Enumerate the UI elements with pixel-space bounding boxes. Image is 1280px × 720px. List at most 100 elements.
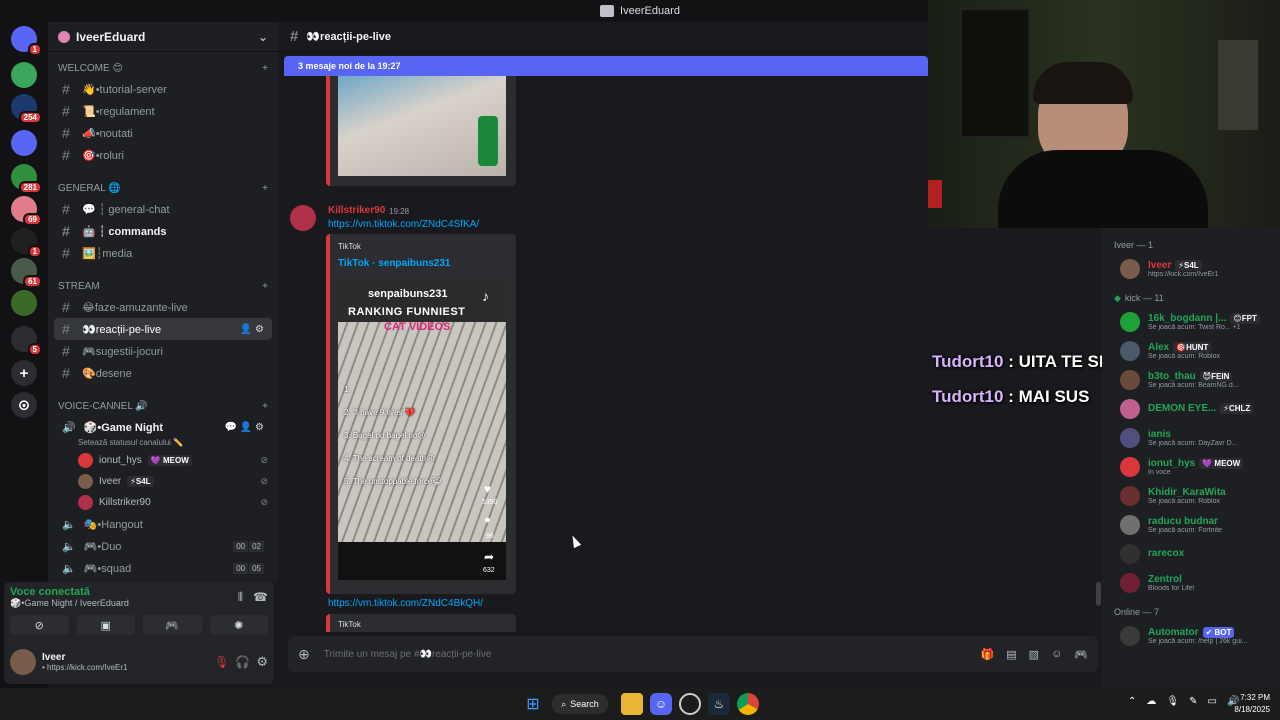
pen-icon[interactable]: ✎ (1189, 696, 1197, 707)
screen-share-button[interactable]: ▣ (76, 615, 135, 635)
chevron-up-icon[interactable]: ⌃ (1128, 696, 1136, 707)
channel-item[interactable]: # 🎯•roluri (54, 144, 272, 166)
voice-user[interactable]: ionut_hys 💜 MEOW ⊘ (78, 450, 268, 471)
emoji-icon[interactable]: ☺ (1051, 648, 1062, 661)
category-stream[interactable]: STREAM + (48, 276, 278, 296)
channel-item[interactable]: # 🖼️┆media (54, 242, 272, 264)
disconnect-icon[interactable]: ☎ (253, 590, 268, 609)
server-icon[interactable]: 69 (11, 196, 42, 226)
network-icon[interactable]: ▭ (1207, 696, 1216, 707)
voice-user[interactable]: Killstriker90 ⊘ (78, 492, 268, 513)
member-name-row: Alex 🎯HUNT (1148, 341, 1272, 353)
message-avatar[interactable] (290, 205, 316, 231)
voice-channel-item[interactable]: 🔈 🎮•squad 00 05 (54, 557, 272, 579)
member-item[interactable]: Alex 🎯HUNT Se joacă acum: Roblox (1102, 336, 1280, 365)
add-channel-icon[interactable]: + (262, 401, 268, 412)
member-item[interactable]: rarecox (1102, 539, 1280, 568)
previous-video-thumbnail[interactable] (338, 76, 506, 176)
member-item[interactable]: Khidir_KaraWita Se joacă acum: Roblox (1102, 481, 1280, 510)
server-icon[interactable]: 1 (11, 228, 42, 258)
voice-status-text[interactable]: Setează statusul canalului ✏️ (48, 438, 278, 450)
channel-actions[interactable]: 💬 👤 ⚙ (225, 422, 264, 433)
soundboard-button[interactable]: ✺ (209, 615, 268, 635)
voice-user[interactable]: Iveer ⚡S4L ⊘ (78, 471, 268, 492)
member-item[interactable]: 16k_bogdann |... 😊FPT Se joacă acum: Twist… (1102, 307, 1280, 336)
message-link-1[interactable]: https://vm.tiktok.com/ZNdC4SfKA/ (328, 219, 479, 230)
voice-channel-item[interactable]: 🔈 🎭•Hangout (54, 513, 272, 535)
mic-muted-icon[interactable]: 🎙 (214, 655, 229, 669)
member-item[interactable]: b3to_thau 😈FEIN Se joacă acum: BeamNG.d... (1102, 365, 1280, 394)
obs-taskbar-icon[interactable] (679, 693, 701, 715)
category-general[interactable]: GENERAL 🌐 + (48, 178, 278, 198)
discord-taskbar-icon[interactable]: ☺ (650, 693, 672, 715)
add-channel-icon[interactable]: + (262, 281, 268, 292)
message-link-2[interactable]: https://vm.tiktok.com/ZNdC4BkQH/ (328, 598, 483, 609)
channel-item[interactable]: # 🎨desene (54, 362, 272, 384)
server-icon[interactable] (11, 130, 37, 156)
add-channel-icon[interactable]: + (262, 63, 268, 74)
voice-channel-game-night[interactable]: 🔊 🎲•Game Night 💬 👤 ⚙ (54, 416, 272, 438)
member-name: Automator (1148, 626, 1199, 638)
server-icon[interactable] (11, 290, 37, 316)
category-welcome[interactable]: WELCOME 😊 + (48, 58, 278, 78)
headphones-muted-icon[interactable]: 🎧 (235, 655, 250, 669)
guild-header[interactable]: IveerEduard ⌄ (48, 22, 278, 52)
taskbar-search[interactable]: ⌕ Search (552, 694, 608, 714)
server-icon[interactable]: 61 (11, 258, 42, 288)
member-item[interactable]: ianis Se joacă acum: DayZavr D... (1102, 423, 1280, 452)
add-channel-icon[interactable]: + (262, 183, 268, 194)
member-item[interactable]: Zentrol Bloods for Life! (1102, 568, 1280, 597)
message-input[interactable]: Trimite un mesaj pe #👀reacții-pe-live (324, 649, 492, 660)
channel-item[interactable]: # 👀reacții-pe-live 👤 ⚙ (54, 318, 272, 340)
tiktok-video[interactable]: senpaibuns231 ♪ RANKING FUNNIEST CAT VID… (338, 282, 506, 580)
channel-settings-icon[interactable]: 👤 ⚙ (240, 324, 264, 335)
message-composer[interactable]: ⊕ Trimite un mesaj pe #👀reacții-pe-live … (288, 636, 1098, 672)
channel-item[interactable]: # 🎮sugestii-jocuri (54, 340, 272, 362)
gif-icon[interactable]: ▤ (1006, 648, 1016, 661)
server-icon[interactable]: 5 (11, 326, 42, 356)
embed-title-link[interactable]: TikTok · senpaibuns231 (338, 258, 450, 269)
member-item[interactable]: DEMON EYE... ⚡CHLZ (1102, 394, 1280, 423)
server-icon[interactable]: 254 (11, 94, 42, 124)
channel-item[interactable]: # 🤖 ┆ commands (54, 220, 272, 242)
discover-icon[interactable]: ⊙ (11, 392, 37, 418)
channel-item[interactable]: # 👋•tutorial-server (54, 78, 272, 100)
chrome-taskbar-icon[interactable] (737, 693, 759, 715)
server-icon[interactable] (11, 62, 37, 88)
channel-item[interactable]: # 📜•regulament (54, 100, 272, 122)
add-server-icon[interactable]: + (11, 360, 37, 386)
new-messages-bar[interactable]: 3 mesaje noi de la 19:27 (284, 56, 928, 76)
noise-suppression-icon[interactable]: ⦀ (238, 590, 243, 609)
server-icon[interactable]: 281 (11, 164, 42, 194)
gift-icon[interactable]: 🎁 (981, 648, 995, 661)
member-item[interactable]: Iveer ⚡S4L https://kick.com/IveEr1 (1102, 254, 1280, 283)
chat-scrollbar[interactable] (1096, 582, 1101, 606)
gear-icon[interactable]: ⚙ (256, 654, 268, 670)
server-icon[interactable]: 1 (11, 26, 42, 56)
member-item[interactable]: Automator ✔ BOT Se joacă acum: /help | 26k… (1102, 621, 1280, 650)
unread-badge: 1 (27, 43, 42, 56)
activity-button[interactable]: 🎮 (143, 615, 202, 635)
sticker-icon[interactable]: ▧ (1029, 648, 1039, 661)
member-name-row: Iveer ⚡S4L (1148, 259, 1272, 271)
windows-start-icon[interactable]: ⊞ (522, 693, 544, 715)
message-author[interactable]: Killstriker90 (328, 205, 385, 216)
channel-item[interactable]: # 📣•noutati (54, 122, 272, 144)
member-item[interactable]: ionut_hys 💜 MEOW În voce (1102, 452, 1280, 481)
plus-icon[interactable]: ⊕ (298, 646, 310, 663)
avatar[interactable] (10, 649, 36, 675)
steam-taskbar-icon[interactable]: ♨ (708, 693, 730, 715)
voice-channel-item[interactable]: 🔈 🎮•Duo 00 02 (54, 535, 272, 557)
cloud-icon[interactable]: ☁ (1146, 696, 1156, 707)
channel-item[interactable]: # 😂faze-amuzante-live (54, 296, 272, 318)
channel-item[interactable]: # 💬 ┆ general-chat (54, 198, 272, 220)
apps-icon[interactable]: 🎮 (1074, 648, 1088, 661)
camera-off-button[interactable]: ⊘ (10, 615, 69, 635)
category-voice[interactable]: VOICE-CANNEL 🔊 + (48, 396, 278, 416)
member-item[interactable]: raducu budnar Se joacă acum: Fortnite (1102, 510, 1280, 539)
file-explorer-icon[interactable] (621, 693, 643, 715)
mic-icon[interactable]: 🎙 (1166, 696, 1179, 707)
taskbar-clock[interactable]: 7:32 PM 8/18/2025 (1234, 692, 1270, 716)
video-user: senpaibuns231 (368, 288, 448, 300)
voice-location[interactable]: 🎲•Game Night / IveerEduard (10, 598, 129, 609)
